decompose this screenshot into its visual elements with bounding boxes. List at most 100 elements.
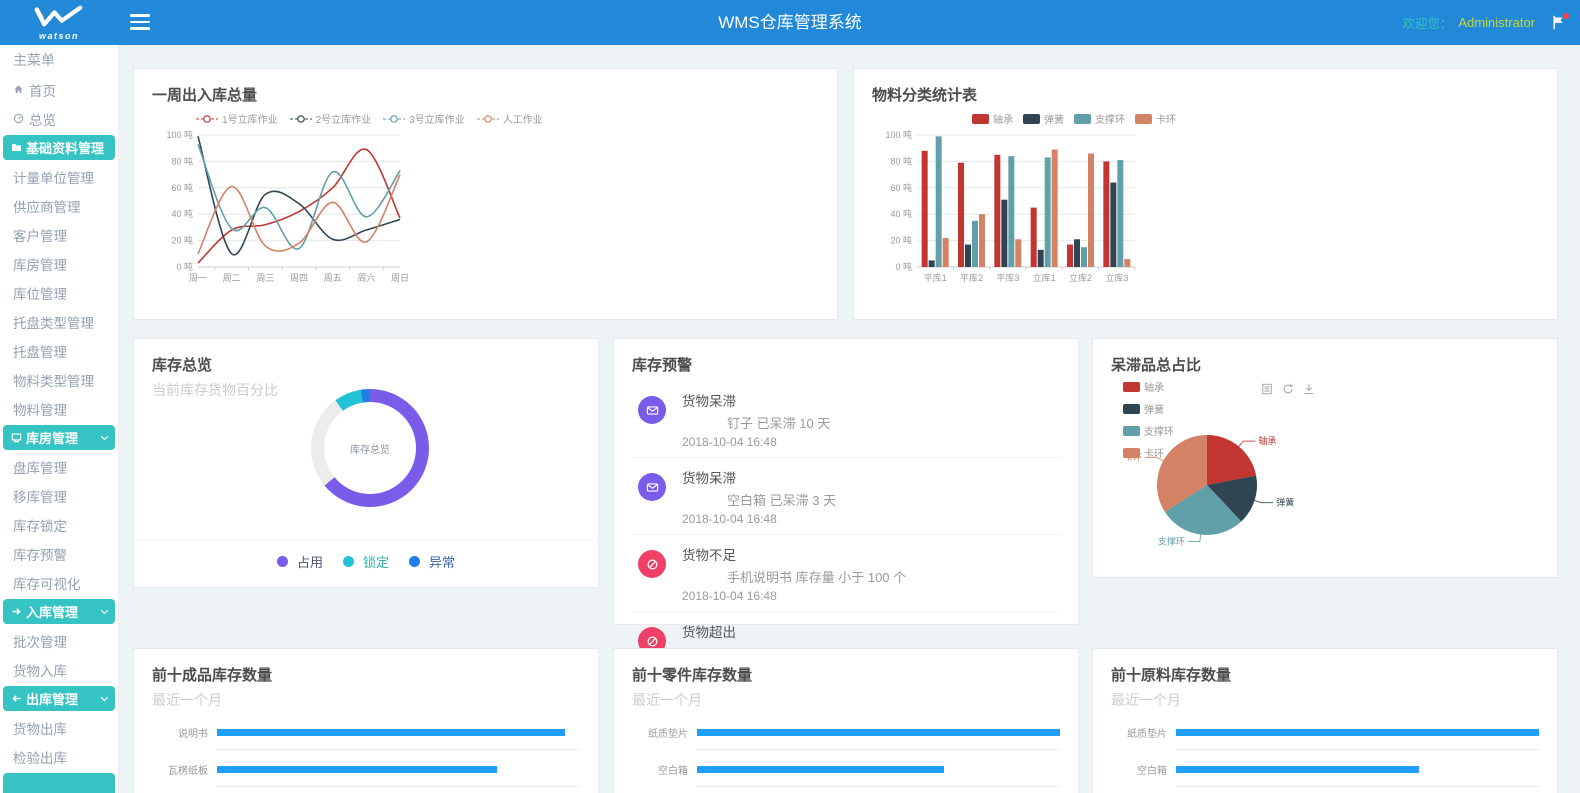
envelope-icon: [638, 473, 666, 501]
sidebar-item-22[interactable]: 出库管理: [3, 686, 115, 711]
sidebar-item-label: 托盘管理: [13, 341, 67, 361]
legend-item[interactable]: 轴承: [972, 111, 1013, 126]
card-top-raw-stock: 前十原料库存数量 最近一个月 纸质垫片空白箱彩卡说明书: [1092, 648, 1558, 793]
sidebar-item-4[interactable]: 计量单位管理: [0, 162, 118, 191]
hbar-bar: [217, 729, 565, 736]
sidebar-item-label: 库位管理: [13, 283, 67, 303]
sidebar-item-15[interactable]: 移库管理: [0, 481, 118, 510]
sidebar-item-label: 库存可视化: [13, 573, 81, 593]
card-top-finished-stock: 前十成品库存数量 最近一个月 说明书瓦楞纸板纸质垫片空白箱: [133, 648, 599, 793]
donut-legend-item[interactable]: 锁定: [343, 552, 389, 571]
svg-text:立库2: 立库2: [1069, 272, 1092, 283]
sidebar-item-label: 货物出库: [13, 718, 67, 738]
sidebar-item-3[interactable]: 基础资料管理: [3, 135, 115, 160]
hbar-row: 说明书: [152, 726, 580, 738]
refresh-icon[interactable]: [1282, 383, 1294, 395]
legend-label: 卡环: [1156, 111, 1176, 126]
stagnant-pie-chart[interactable]: 轴承弹簧支撑环卡环: [1107, 401, 1387, 569]
svg-text:平库1: 平库1: [924, 272, 947, 283]
divider: [134, 539, 598, 540]
chevron-down-icon: [100, 435, 109, 441]
material-bar-chart[interactable]: 0 吨20 吨40 吨60 吨80 吨100 吨平库1平库2平库3立库1立库2立…: [872, 125, 1182, 297]
notification-flag-icon[interactable]: [1551, 15, 1566, 30]
sidebar-item-12[interactable]: 物料管理: [0, 394, 118, 423]
legend-item[interactable]: 弹簧: [1023, 111, 1064, 126]
sidebar-item-14[interactable]: 盘库管理: [0, 452, 118, 481]
card-stagnant-ratio: 呆滞品总占比 轴承弹簧支撑环卡环 轴承弹簧支撑环卡环: [1092, 338, 1558, 578]
warehouse-icon: [11, 432, 22, 443]
legend-item[interactable]: 支撑环: [1074, 111, 1125, 126]
sidebar-item-23[interactable]: 货物出库: [0, 713, 118, 742]
app-logo[interactable]: watson: [0, 0, 118, 45]
sidebar-item-label: 供应商管理: [13, 196, 81, 216]
raw-hbar-chart[interactable]: 纸质垫片空白箱彩卡说明书: [1111, 726, 1539, 793]
sidebar-item-20[interactable]: 批次管理: [0, 626, 118, 655]
chevron-down-icon: [100, 696, 109, 702]
download-icon[interactable]: [1303, 383, 1315, 395]
donut-legend-item[interactable]: 异常: [409, 552, 455, 571]
weekly-line-chart[interactable]: 0 吨20 吨40 吨60 吨80 吨100 吨周一周二周三周四周五周六周日: [156, 125, 436, 297]
inventory-donut-chart[interactable]: 库存总览: [311, 389, 429, 507]
finished-hbar-chart[interactable]: 说明书瓦楞纸板纸质垫片空白箱: [152, 726, 580, 793]
sidebar-item-label: 出库管理: [26, 689, 78, 708]
svg-text:周二: 周二: [223, 273, 241, 283]
sidebar-item-2[interactable]: 总览: [0, 104, 118, 133]
sidebar-item-10[interactable]: 托盘管理: [0, 336, 118, 365]
sidebar-item-16[interactable]: 库存锁定: [0, 510, 118, 539]
hbar-track: [1176, 729, 1539, 736]
hbar-track: [217, 766, 580, 773]
card-title: 库存总览: [152, 354, 580, 375]
sidebar-item-8[interactable]: 库位管理: [0, 278, 118, 307]
alert-time: 2018-10-04 16:48: [682, 435, 1060, 449]
card-title: 物料分类统计表: [872, 84, 1539, 105]
sidebar-item-18[interactable]: 库存可视化: [0, 568, 118, 597]
donut-center-label: 库存总览: [324, 402, 416, 494]
sidebar-item-24[interactable]: 检验出库: [0, 742, 118, 771]
sidebar-item-7[interactable]: 库房管理: [0, 249, 118, 278]
sidebar-item-25[interactable]: [3, 773, 115, 793]
sidebar-item-13[interactable]: 库房管理: [3, 425, 115, 450]
donut-legend-item[interactable]: 占用: [277, 552, 323, 571]
sidebar-item-1[interactable]: 首页: [0, 75, 118, 104]
svg-text:60 吨: 60 吨: [890, 182, 912, 193]
legend-item[interactable]: 1号立库作业: [196, 111, 278, 126]
home-icon: [13, 84, 24, 95]
alert-item[interactable]: 货物不足手机说明书 库存量 小于 100 个2018-10-04 16:48: [632, 535, 1060, 612]
sidebar-item-11[interactable]: 物料类型管理: [0, 365, 118, 394]
pie-legend-item[interactable]: 轴承: [1123, 379, 1174, 394]
sidebar-item-17[interactable]: 库存预警: [0, 539, 118, 568]
alert-item[interactable]: 货物呆滞空白箱 已呆滞 3 天2018-10-04 16:48: [632, 458, 1060, 535]
hbar-gridline: [217, 781, 580, 787]
sidebar-item-label: 计量单位管理: [13, 167, 94, 187]
svg-text:周日: 周日: [391, 273, 409, 283]
main-content: 一周出入库总量 1号立库作业2号立库作业3号立库作业人工作业 0 吨20 吨40…: [118, 45, 1580, 793]
sidebar-item-19[interactable]: 入库管理: [3, 599, 115, 624]
alert-title: 货物呆滞: [682, 390, 1060, 410]
sidebar-item-21[interactable]: 货物入库: [0, 655, 118, 684]
alert-time: 2018-10-04 16:48: [682, 512, 1060, 526]
hbar-row: 瓦楞纸板: [152, 763, 580, 775]
legend-item[interactable]: 卡环: [1135, 111, 1176, 126]
sidebar-item-9[interactable]: 托盘类型管理: [0, 307, 118, 336]
legend-item[interactable]: 人工作业: [477, 111, 543, 126]
sidebar-item-label: 库房管理: [26, 428, 78, 447]
svg-text:0 吨: 0 吨: [176, 261, 193, 272]
legend-item[interactable]: 3号立库作业: [383, 111, 465, 126]
sidebar-item-label: 物料类型管理: [13, 370, 94, 390]
parts-hbar-chart[interactable]: 纸质垫片空白箱彩卡说明书: [632, 726, 1060, 793]
legend-item[interactable]: 2号立库作业: [290, 111, 372, 126]
top-header: watson WMS仓库管理系统 欢迎您： Administrator: [0, 0, 1580, 45]
username[interactable]: Administrator: [1458, 15, 1535, 30]
svg-text:80 吨: 80 吨: [171, 155, 193, 166]
svg-text:0 吨: 0 吨: [895, 261, 912, 272]
card-title: 前十成品库存数量: [152, 664, 580, 685]
folder-icon: [11, 142, 22, 153]
svg-text:周五: 周五: [324, 273, 342, 283]
sidebar-item-5[interactable]: 供应商管理: [0, 191, 118, 220]
menu-toggle-icon[interactable]: [130, 14, 150, 30]
dataview-icon[interactable]: [1261, 383, 1273, 395]
hbar-gridline: [217, 744, 580, 750]
sidebar-item-6[interactable]: 客户管理: [0, 220, 118, 249]
alert-item[interactable]: 货物呆滞钉子 已呆滞 10 天2018-10-04 16:48: [632, 381, 1060, 458]
sidebar-item-label: 入库管理: [26, 602, 78, 621]
